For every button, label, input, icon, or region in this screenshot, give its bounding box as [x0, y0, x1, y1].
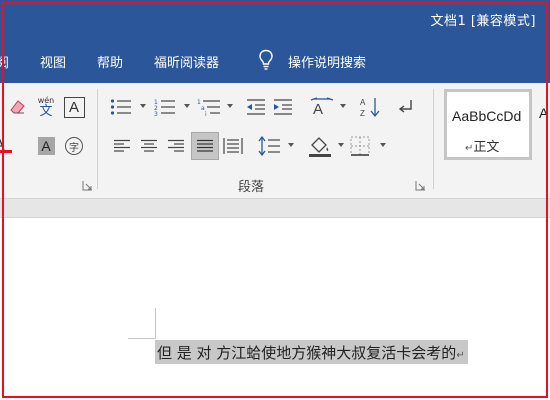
paragraph-group-label: 段落 [238, 180, 265, 195]
distributed-button[interactable] [221, 134, 245, 158]
multilevel-list-icon: 1 a i [197, 99, 220, 116]
group-separator [433, 89, 434, 189]
chevron-down-icon [140, 104, 146, 108]
numbering-button[interactable]: 1 2 3 [154, 95, 190, 119]
character-shading-glyph: A [37, 137, 55, 155]
margin-corner-mark [155, 308, 156, 338]
bullets-button[interactable] [110, 95, 146, 119]
multilevel-list-button[interactable]: 1 a i [197, 95, 233, 119]
eraser-icon [10, 100, 25, 114]
show-hide-marks-button[interactable] [394, 95, 418, 119]
chevron-down-icon [288, 143, 294, 147]
document-page[interactable]: 但 是 对 方江蛤使地方猴神大叔复活卡会考的↵ [0, 218, 550, 400]
highlight-marker [0, 150, 12, 153]
borders-icon [350, 136, 370, 156]
svg-text:Z: Z [360, 109, 365, 118]
style-next-sample[interactable]: A [539, 105, 548, 121]
clear-formatting-button[interactable] [6, 95, 30, 119]
margin-corner-mark [128, 338, 156, 339]
chevron-down-icon [340, 104, 346, 108]
asian-layout-button[interactable]: A [310, 95, 346, 119]
align-center-icon [141, 139, 157, 152]
align-left-button[interactable] [110, 134, 134, 158]
enclose-characters-button[interactable]: 字 [62, 134, 86, 158]
decrease-indent-icon [247, 99, 265, 115]
character-shading-button[interactable]: A [34, 134, 58, 158]
phonetic-guide-button[interactable]: wén 文 [34, 95, 58, 119]
tell-me-search[interactable]: 操作说明搜索 [288, 52, 366, 71]
paragraph-mark: ↵ [456, 350, 465, 361]
increase-indent-button[interactable] [271, 95, 295, 119]
align-right-button[interactable] [164, 134, 188, 158]
character-border-button[interactable]: A [62, 95, 86, 119]
font-dialog-launcher-icon[interactable] [82, 180, 93, 191]
align-center-button[interactable] [137, 134, 161, 158]
title-bar: 文档1 [兼容模式] [0, 0, 550, 38]
justify-icon [197, 139, 213, 152]
sort-button[interactable]: A Z [358, 95, 382, 119]
line-spacing-icon [258, 136, 280, 156]
paragraph-dialog-launcher-icon[interactable] [415, 180, 426, 191]
svg-text:A: A [313, 101, 323, 117]
asian-layout-icon: A [310, 97, 334, 117]
svg-text:3: 3 [154, 111, 158, 116]
character-border-glyph: A [63, 96, 85, 118]
chevron-down-icon [338, 143, 344, 147]
style-normal-sample: AaBbCcDd [452, 108, 522, 124]
group-separator [97, 89, 98, 189]
decrease-indent-button[interactable] [244, 95, 268, 119]
window-title: 文档1 [兼容模式] [430, 14, 536, 29]
paragraph-mark-icon [398, 100, 412, 113]
tab-view[interactable]: 视图 [40, 52, 66, 71]
borders-button[interactable] [350, 134, 386, 158]
font-color-button[interactable]: A [0, 134, 24, 158]
paint-bucket-icon [309, 137, 331, 157]
bullets-icon [110, 99, 131, 115]
enclose-characters-glyph: 字 [65, 137, 83, 155]
style-normal-label: 正文 [473, 140, 500, 155]
align-left-icon [114, 139, 130, 152]
svg-text:i: i [205, 111, 207, 116]
tab-review[interactable]: 阅 [0, 52, 9, 71]
style-normal-name: ↵正文 [465, 136, 499, 155]
distributed-icon [223, 138, 243, 154]
ribbon: wén 文 A A A 字 1 2 3 1 a [0, 83, 550, 198]
chevron-down-icon [380, 143, 386, 147]
shading-button[interactable] [308, 134, 344, 158]
numbering-icon: 1 2 3 [154, 99, 175, 116]
ribbon-tabs: 阅 视图 帮助 福昕阅读器 操作说明搜索 [0, 38, 550, 83]
sort-icon: A Z [360, 98, 380, 118]
phonetic-guide-char: 文 [39, 104, 53, 119]
ruler [0, 198, 550, 218]
line-spacing-button[interactable] [258, 134, 294, 158]
chevron-down-icon [184, 104, 190, 108]
increase-indent-icon [274, 99, 292, 115]
svg-text:A: A [360, 98, 366, 107]
selected-text[interactable]: 但 是 对 方江蛤使地方猴神大叔复活卡会考的↵ [155, 340, 468, 364]
align-right-icon [168, 139, 184, 152]
tab-foxit-reader[interactable]: 福昕阅读器 [154, 52, 219, 71]
chevron-down-icon [227, 104, 233, 108]
document-text: 但 是 对 方江蛤使地方猴神大叔复活卡会考的 [157, 344, 457, 362]
justify-button[interactable] [191, 132, 219, 160]
lightbulb-icon[interactable] [258, 49, 274, 71]
style-normal[interactable]: AaBbCcDd ↵正文 [444, 89, 532, 160]
tab-help[interactable]: 帮助 [97, 52, 123, 71]
